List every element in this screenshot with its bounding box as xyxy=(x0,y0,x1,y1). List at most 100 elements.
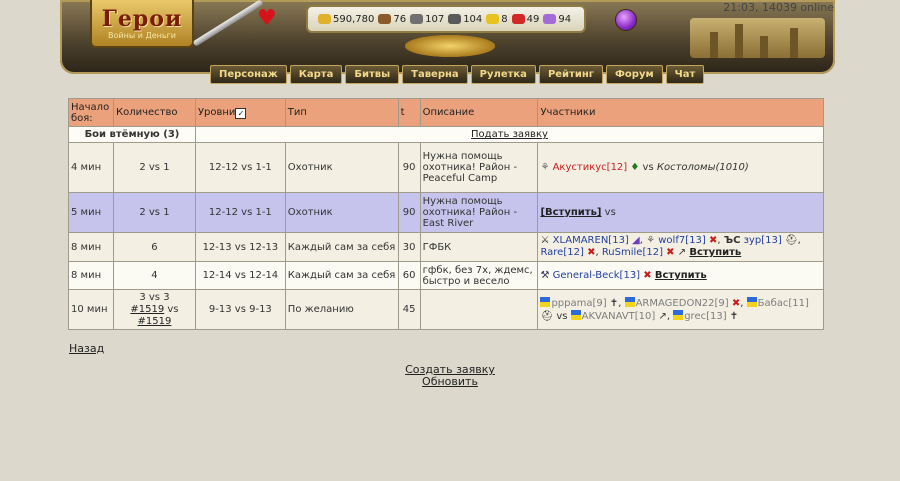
player-link[interactable]: Бабас[11] xyxy=(758,298,809,309)
levels-checkbox[interactable]: ✓ xyxy=(235,107,247,119)
bottom-links: Создать заявку Обновить xyxy=(0,364,900,388)
col-type: Тип xyxy=(284,98,399,127)
player-link[interactable]: Акустикус[12] xyxy=(553,162,628,173)
player-link[interactable]: pppama[9] xyxy=(551,298,606,309)
table-row: 8 мин 4 12-14 vs 12-14 Каждый сам за себ… xyxy=(68,261,824,290)
col-t: t xyxy=(397,98,421,127)
team-link[interactable]: #1519 xyxy=(130,304,164,315)
row-start: 5 мин xyxy=(68,192,114,233)
game-logo[interactable]: Герои Войны и Деньги xyxy=(90,0,194,48)
header: Герои Войны и Деньги ♥ 590,780 76 107 10… xyxy=(0,0,900,90)
nav-battles[interactable]: Битвы xyxy=(345,65,400,84)
treasure-illustration xyxy=(405,35,495,57)
row-count: 3 vs 3 #1519 vs #1519 xyxy=(112,289,196,330)
row-levels: 12-14 vs 12-14 xyxy=(194,261,286,290)
wood-icon xyxy=(378,14,392,24)
player-link[interactable]: ARMAGEDON22[9] xyxy=(636,298,729,309)
gems-value: 94 xyxy=(558,13,572,25)
row-type: Охотник xyxy=(284,192,399,233)
ukraine-flag-icon xyxy=(570,309,581,320)
clan-icon: ✖ xyxy=(666,247,675,258)
vs-label: vs xyxy=(167,303,179,315)
nav-tavern[interactable]: Таверна xyxy=(402,65,468,84)
nav-forum[interactable]: Форум xyxy=(606,65,663,84)
player-link[interactable]: RuSmile[12] xyxy=(602,247,663,258)
gold-value: 590,780 xyxy=(333,13,375,25)
gold-icon xyxy=(318,14,331,24)
row-desc: ГФБК xyxy=(419,232,539,262)
team-link[interactable]: #1519 xyxy=(138,316,172,327)
resource-gems: 94 xyxy=(543,14,571,25)
nav-map[interactable]: Карта xyxy=(289,65,343,84)
wood-value: 76 xyxy=(393,13,407,25)
monster-name: Костоломы(1010) xyxy=(656,162,749,173)
row-desc: Нужна помощь охотника! Район - Peaceful … xyxy=(419,142,539,193)
resource-wood: 76 xyxy=(378,14,406,25)
row-start: 8 мин xyxy=(68,261,114,290)
group-row: Бои втёмную (3) Подать заявку xyxy=(68,126,825,143)
table-row: 10 мин 3 vs 3 #1519 vs #1519 9-13 vs 9-1… xyxy=(68,289,824,330)
group-submit-cell: Подать заявку xyxy=(194,126,825,143)
row-start: 4 мин xyxy=(68,142,114,193)
crystal-value: 49 xyxy=(526,13,540,25)
green-gem-icon: ♦ xyxy=(630,162,640,173)
row-desc xyxy=(419,289,539,330)
row-participants: ⚔ XLAMAREN[13] ◢, ⚘ wolf7[13] ✖, ЪС зур[… xyxy=(537,232,824,262)
clan-icon: ✖ xyxy=(731,297,741,309)
nav-chat[interactable]: Чат xyxy=(665,65,705,84)
mercury-value: 104 xyxy=(463,13,483,25)
row-desc: Нужна помощь охотника! Район - East Rive… xyxy=(419,192,539,233)
table-row: 5 мин 2 vs 1 12-12 vs 1-1 Охотник 90 Нуж… xyxy=(68,192,824,233)
row-participants: [Вступить] vs xyxy=(537,192,824,233)
resource-mercury: 104 xyxy=(448,14,482,25)
vs-label: vs xyxy=(604,207,616,218)
submit-request-link[interactable]: Подать заявку xyxy=(471,129,548,140)
col-desc: Описание xyxy=(419,98,539,127)
row-type: Охотник xyxy=(284,142,399,193)
col-levels-label: Уровни xyxy=(197,106,236,118)
main-nav: Персонаж Карта Битвы Таверна Рулетка Рей… xyxy=(210,65,705,84)
nav-rating[interactable]: Рейтинг xyxy=(538,65,603,84)
dwarf-class-icon: ⚒ xyxy=(540,270,550,281)
castle-illustration xyxy=(690,18,825,58)
join-link[interactable]: Вступить xyxy=(655,270,707,281)
table-row: 8 мин 6 12-13 vs 12-13 Каждый сам за себ… xyxy=(68,232,824,262)
player-link[interactable]: Rare[12] xyxy=(540,247,583,258)
hunter-class-icon: ⚘ xyxy=(540,162,550,173)
hunter-class-icon: ⚘ xyxy=(646,235,656,246)
row-levels: 12-13 vs 12-13 xyxy=(194,232,286,262)
row-levels: 12-12 vs 1-1 xyxy=(194,142,286,193)
row-t: 90 xyxy=(397,192,421,233)
player-link[interactable]: General-Beck[13] xyxy=(553,270,641,281)
row-participants: ⚒ General-Beck[13] ✖ Вступить xyxy=(537,261,824,290)
row-start: 10 мин xyxy=(68,289,114,330)
logo-subtitle: Войны и Деньги xyxy=(108,31,176,40)
player-link[interactable]: AKVANAVT[10] xyxy=(582,311,656,322)
time-online: 21:03, 14039 online xyxy=(723,1,834,14)
sulfur-value: 8 xyxy=(501,13,508,25)
heart-icon[interactable]: ♥ xyxy=(257,7,277,31)
nav-roulette[interactable]: Рулетка xyxy=(470,65,536,84)
player-link[interactable]: grec[13] xyxy=(684,311,726,322)
join-link[interactable]: Вступить xyxy=(689,247,741,258)
row-t: 60 xyxy=(397,261,421,290)
join-link[interactable]: [Вступить] xyxy=(540,207,601,218)
logo-title: Герои xyxy=(101,6,183,32)
player-link[interactable]: зур[13] xyxy=(744,235,782,246)
ore-icon xyxy=(410,14,424,24)
row-levels: 9-13 vs 9-13 xyxy=(194,289,286,330)
player-link[interactable]: XLAMAREN[13] xyxy=(553,235,629,246)
resource-crystal: 49 xyxy=(511,13,540,25)
clan-tag-icon: ЪС xyxy=(723,235,741,246)
back-link[interactable]: Назад xyxy=(69,342,104,355)
nav-character[interactable]: Персонаж xyxy=(210,65,287,84)
wizard-hat-icon: ◢ xyxy=(632,235,640,246)
player-link[interactable]: wolf7[13] xyxy=(658,235,706,246)
resources-bar: 590,780 76 107 104 8 49 94 xyxy=(306,5,586,33)
potion-icon[interactable] xyxy=(615,9,637,31)
refresh-link[interactable]: Обновить xyxy=(422,375,478,388)
gems-icon xyxy=(543,14,557,24)
resource-gold: 590,780 xyxy=(318,14,374,25)
col-participants: Участники xyxy=(537,98,824,127)
cross-icon: ✝ xyxy=(609,297,619,309)
